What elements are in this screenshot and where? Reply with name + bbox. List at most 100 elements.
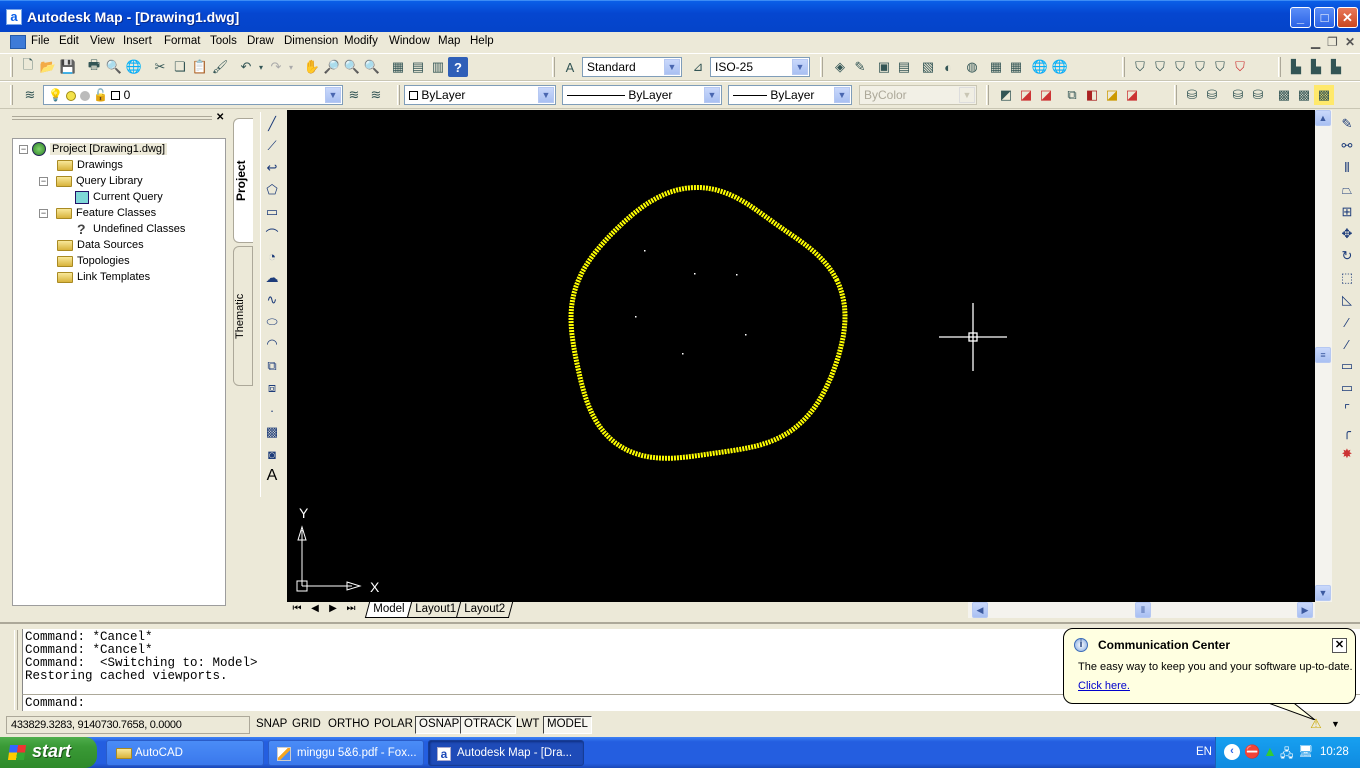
multiline-text-icon[interactable]: A	[262, 466, 282, 486]
mirror-icon[interactable]: ⫴	[1337, 158, 1357, 178]
tab-layout2[interactable]: Layout2	[455, 602, 514, 618]
start-button[interactable]: start	[0, 737, 97, 768]
toolbar-grip[interactable]	[10, 85, 13, 105]
help-icon[interactable]: ?	[448, 57, 468, 77]
balloon-close-button[interactable]: ✕	[1332, 638, 1347, 653]
drawing-canvas[interactable]: Y X	[287, 110, 1315, 602]
scroll-left-button[interactable]: ◀	[972, 602, 988, 618]
text-style-select[interactable]: Standard ▼	[582, 57, 682, 77]
doc-minimize-button[interactable]: ▁	[1311, 35, 1320, 49]
close-button[interactable]: ✕	[1337, 7, 1358, 28]
linetype-select[interactable]: ByLayer ▼	[562, 85, 722, 105]
plot-preview-icon[interactable]: 🔍	[104, 57, 124, 77]
map-tool-9-icon[interactable]: ▦	[1006, 57, 1026, 77]
tab-thematic[interactable]: Thematic	[233, 246, 253, 386]
topology-6-icon[interactable]: ◪	[1102, 85, 1122, 105]
region-icon[interactable]: ◙	[262, 444, 282, 464]
doc-restore-button[interactable]: ❐	[1327, 35, 1338, 49]
fillet-icon[interactable]: ╭	[1337, 422, 1357, 442]
tree-item-undefined-classes[interactable]: ? Undefined Classes	[77, 221, 185, 237]
spline-icon[interactable]: ∿	[262, 290, 282, 310]
menu-modify[interactable]: Modify	[342, 34, 380, 48]
redo-icon[interactable]: ↷	[266, 57, 286, 77]
pan-icon[interactable]: ✋	[302, 57, 322, 77]
ellipse-arc-icon[interactable]: ◠	[262, 334, 282, 354]
coordinate-readout[interactable]: 433829.3283, 9140730.7658, 0.0000	[6, 716, 250, 734]
layer-previous-icon[interactable]: ≋	[366, 85, 386, 105]
array-icon[interactable]: ⊞	[1337, 202, 1357, 222]
globe-grid-icon[interactable]: 🌐	[1050, 57, 1070, 77]
menu-tools[interactable]: Tools	[208, 34, 239, 48]
menu-edit[interactable]: Edit	[57, 34, 81, 48]
properties-icon[interactable]: ▦	[388, 57, 408, 77]
panel-close-icon[interactable]: ✕	[216, 112, 224, 123]
network-icon[interactable]: 🖧	[1280, 744, 1293, 765]
model-toggle[interactable]: MODEL	[543, 716, 592, 734]
topology-2-icon[interactable]: ◪	[1016, 85, 1036, 105]
alert-triangle-icon[interactable]: ▲	[1263, 743, 1277, 759]
map-tool-3-icon[interactable]: ▣	[874, 57, 894, 77]
horizontal-scrollbar[interactable]: ◀ ⦀ ▶	[968, 602, 1315, 618]
make-layer-current-icon[interactable]: ≋	[344, 85, 364, 105]
revision-cloud-icon[interactable]: ☁	[262, 268, 282, 288]
edit-set-4-icon[interactable]: ⛉	[1190, 57, 1210, 77]
copy-icon[interactable]: ❏	[170, 57, 190, 77]
toolbar-grip[interactable]	[1174, 85, 1177, 105]
chevron-down-icon[interactable]: ▼	[664, 59, 680, 75]
scroll-up-button[interactable]: ▲	[1315, 110, 1331, 126]
maximize-button[interactable]: □	[1314, 7, 1335, 28]
tool-palettes-icon[interactable]: ▥	[428, 57, 448, 77]
tree-item-data-sources[interactable]: Data Sources	[57, 237, 144, 253]
insert-block-icon[interactable]: ⧉	[262, 356, 282, 376]
toolbar-grip[interactable]	[552, 57, 555, 77]
dim-style-icon[interactable]: ⊿	[688, 57, 708, 77]
ellipse-icon[interactable]: ⬭	[262, 312, 282, 332]
toolbar-grip[interactable]	[10, 57, 13, 77]
offset-icon[interactable]: ⏢	[1337, 180, 1357, 200]
toolbar-grip[interactable]	[1278, 57, 1281, 77]
menu-insert[interactable]: Insert	[121, 34, 154, 48]
ortho-toggle[interactable]: ORTHO	[324, 716, 373, 734]
detach-drawing-icon[interactable]: ⛁	[1202, 85, 1222, 105]
balloon-link[interactable]: Click here.	[1078, 680, 1130, 692]
tree-item-query-library[interactable]: − Query Library	[39, 173, 143, 189]
taskbar-item-pdf[interactable]: minggu 5&6.pdf - Fox...	[268, 740, 424, 766]
plot-icon[interactable]: 🖶	[84, 57, 104, 77]
rotate-icon[interactable]: ↻	[1337, 246, 1357, 266]
lineweight-select[interactable]: ByLayer ▼	[728, 85, 852, 105]
chevron-down-icon[interactable]: ▼	[325, 87, 341, 103]
scale-icon[interactable]: ⬚	[1337, 268, 1357, 288]
next-tab-button[interactable]: ▶	[325, 603, 341, 614]
save-back-icon[interactable]: ⛁	[1248, 85, 1268, 105]
new-icon[interactable]: 🗋	[18, 57, 38, 77]
snap-toggle[interactable]: SNAP	[252, 716, 291, 734]
first-tab-button[interactable]: ⏮	[289, 603, 305, 614]
map-tool-1-icon[interactable]: ◈	[830, 57, 850, 77]
query-in-icon[interactable]: ⛁	[1228, 85, 1248, 105]
polyline-icon[interactable]: ↩	[262, 158, 282, 178]
chevron-down-icon[interactable]: ▼	[792, 59, 808, 75]
attach-drawing-icon[interactable]: ⛁	[1182, 85, 1202, 105]
tree-item-drawings[interactable]: Drawings	[57, 157, 123, 173]
minimize-button[interactable]: _	[1290, 7, 1311, 28]
layer-select[interactable]: 💡 🔓 0 ▼	[43, 85, 343, 105]
chevron-down-icon[interactable]: ▼	[834, 87, 850, 103]
tree-item-feature-classes[interactable]: − Feature Classes	[39, 205, 156, 221]
copy-object-icon[interactable]: ⚯	[1337, 136, 1357, 156]
grid-toggle[interactable]: GRID	[288, 716, 325, 734]
map-tool-7-icon[interactable]: ◍	[962, 57, 982, 77]
menu-draw[interactable]: Draw	[245, 34, 276, 48]
document-icon[interactable]	[10, 35, 26, 49]
map-tool-8-icon[interactable]: ▦	[986, 57, 1006, 77]
object-data-1-icon[interactable]: ▙	[1286, 57, 1306, 77]
vertical-scroll-thumb[interactable]: ≡	[1315, 347, 1331, 363]
match-properties-icon[interactable]: 🖌	[210, 57, 230, 77]
topology-3-icon[interactable]: ◪	[1036, 85, 1056, 105]
edit-set-3-icon[interactable]: ⛉	[1170, 57, 1190, 77]
menu-format[interactable]: Format	[162, 34, 202, 48]
collapse-icon[interactable]: −	[39, 208, 48, 218]
edit-set-remove-icon[interactable]: ⛉	[1230, 57, 1250, 77]
menu-view[interactable]: View	[88, 34, 117, 48]
scroll-right-button[interactable]: ▶	[1297, 602, 1313, 618]
edit-set-2-icon[interactable]: ⛉	[1150, 57, 1170, 77]
